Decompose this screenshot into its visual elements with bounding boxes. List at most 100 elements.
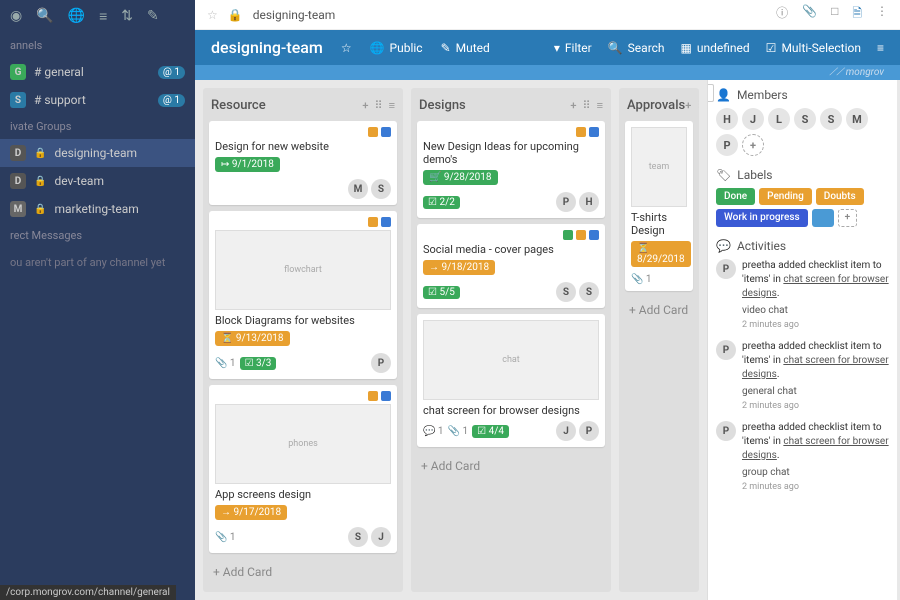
card-labels — [423, 127, 599, 137]
card-label — [368, 391, 378, 401]
activity-link[interactable]: chat screen for browser designs — [742, 274, 889, 299]
checklist-badge: ☑ 3/3 — [240, 357, 277, 370]
edit-icon[interactable]: ✎ — [147, 8, 159, 25]
member-avatar[interactable]: H — [716, 108, 738, 130]
search-button[interactable]: 🔍 Search — [608, 41, 665, 55]
label-pending[interactable]: Pending — [759, 188, 812, 205]
label-done[interactable]: Done — [716, 188, 755, 205]
card[interactable]: flowchartBlock Diagrams for websites⏳ 9/… — [209, 211, 397, 379]
card-label — [563, 230, 573, 240]
right-panel: › 👤 Members HJLSSMP+ 🏷 Labels Done Pendi… — [707, 80, 897, 600]
board-star-icon[interactable]: ☆ — [341, 41, 352, 55]
card-thumbnail: flowchart — [215, 230, 391, 310]
muted-button[interactable]: ✎ Muted — [441, 41, 490, 55]
add-card-button[interactable]: + Add Card — [625, 297, 693, 323]
direct-header: rect Messages — [0, 223, 195, 248]
doc-icon[interactable]: 🗎 — [852, 4, 862, 25]
member-avatar[interactable]: J — [742, 108, 764, 130]
activities-header: 💬 Activities — [716, 239, 889, 253]
label-doubts[interactable]: Doubts — [816, 188, 864, 205]
comment-count: 💬 1 — [423, 426, 444, 437]
public-button[interactable]: 🌐 Public — [370, 41, 423, 55]
filter-button[interactable]: ▾ Filter — [554, 41, 592, 55]
list-title: Approvals — [627, 98, 685, 113]
info-icon[interactable]: ⓘ — [776, 4, 788, 25]
avatar: J — [371, 527, 391, 547]
list-title: Designs — [419, 98, 466, 113]
add-icon[interactable]: + — [570, 99, 576, 112]
label-color[interactable] — [812, 209, 834, 227]
lock-icon: 🔒 — [34, 204, 46, 215]
collapse-panel-icon[interactable]: › — [707, 84, 714, 102]
card-label — [368, 217, 378, 227]
card[interactable]: Design for new website↦ 9/1/2018MS — [209, 121, 397, 205]
channel-item[interactable]: S# support@ 1 — [0, 86, 195, 114]
card-label — [381, 391, 391, 401]
attach-icon[interactable]: 📎 — [802, 4, 817, 25]
lists-container: Resource+⠿≡Design for new website↦ 9/1/2… — [195, 80, 707, 600]
menu-icon[interactable]: ≡ — [877, 41, 884, 55]
card-labels — [215, 127, 391, 137]
channels-header: annels — [0, 33, 195, 58]
add-card-button[interactable]: + Add Card — [417, 453, 605, 479]
card[interactable]: Social media - cover pages→ 9/18/2018☑ 5… — [417, 224, 605, 308]
list: Approvals+⠿≡teamT-shirts Design⏳ 8/29/20… — [619, 88, 699, 592]
card-title: New Design Ideas for upcoming demo's — [423, 140, 599, 166]
member-avatar[interactable]: P — [716, 134, 738, 156]
card[interactable]: teamT-shirts Design⏳ 8/29/2018📎 1 — [625, 121, 693, 291]
group-item[interactable]: D🔒designing-team — [0, 139, 195, 167]
card[interactable]: New Design Ideas for upcoming demo's🛒 9/… — [417, 121, 605, 218]
drag-icon[interactable]: ⠿ — [583, 99, 591, 112]
globe-icon[interactable]: 🌐 — [68, 8, 85, 25]
activity-link[interactable]: chat screen for browser designs — [742, 436, 889, 461]
avatar-icon[interactable]: ◉ — [10, 8, 22, 25]
group-item[interactable]: D🔒dev-team — [0, 167, 195, 195]
member-avatar[interactable]: S — [820, 108, 842, 130]
card[interactable]: chatchat screen for browser designs💬 1📎 … — [417, 314, 605, 447]
board-title: designing-team — [211, 38, 323, 57]
group-name: marketing-team — [54, 202, 138, 216]
mention-badge: @ 1 — [158, 94, 185, 107]
avatar: M — [348, 179, 368, 199]
add-icon[interactable]: + — [685, 99, 691, 112]
search-icon[interactable]: 🔍 — [36, 8, 53, 25]
member-avatar[interactable]: L — [768, 108, 790, 130]
chat-sidebar: ◉ 🔍 🌐 ≡ ⇅ ✎ annels G# general@ 1S# suppo… — [0, 0, 195, 600]
list: Designs + ⠿ ≡ New Design Ideas for upcoming … — [411, 88, 611, 592]
drag-icon[interactable]: ⠿ — [375, 99, 383, 112]
drag-icon[interactable]: ⠿ — [697, 99, 699, 112]
view-button[interactable]: ▦ undefined — [681, 41, 750, 55]
card-labels — [215, 217, 391, 227]
member-avatar[interactable]: S — [794, 108, 816, 130]
members-list: HJLSSMP+ — [716, 108, 889, 156]
kebab-icon[interactable]: ⋮ — [876, 4, 888, 25]
card-footer: ☑ 5/5SS — [423, 282, 599, 302]
group-badge: D — [10, 145, 26, 161]
card-label — [368, 127, 378, 137]
menu-icon[interactable]: ≡ — [597, 99, 603, 112]
card-label — [589, 127, 599, 137]
add-label-button[interactable]: + — [838, 209, 858, 227]
group-item[interactable]: M🔒marketing-team — [0, 195, 195, 223]
list-icon[interactable]: ≡ — [99, 8, 107, 25]
member-avatar[interactable]: M — [846, 108, 868, 130]
card[interactable]: phonesApp screens design→ 9/17/2018📎 1SJ — [209, 385, 397, 553]
add-icon[interactable]: + — [362, 99, 368, 112]
activity-subtext: group chat — [742, 467, 889, 478]
card-title: App screens design — [215, 488, 391, 501]
activity-item: Ppreetha added checklist item to 'items'… — [716, 421, 889, 492]
channel-name: # support — [34, 93, 86, 107]
main-content: ☆ 🔒 designing-team ⓘ 📎 □ 🗎 ⋮ designing-t… — [195, 0, 900, 600]
card-title: chat screen for browser designs — [423, 404, 599, 417]
channel-item[interactable]: G# general@ 1 — [0, 58, 195, 86]
activity-link[interactable]: chat screen for browser designs — [742, 355, 889, 380]
add-member-button[interactable]: + — [742, 134, 764, 156]
star-icon[interactable]: ☆ — [207, 8, 218, 22]
video-icon[interactable]: □ — [831, 4, 838, 25]
multiselect-button[interactable]: ☑ Multi-Selection — [766, 41, 861, 55]
label-wip[interactable]: Work in progress — [716, 209, 808, 227]
add-card-button[interactable]: + Add Card — [209, 559, 397, 585]
labels-list: Done Pending Doubts Work in progress + — [716, 188, 889, 227]
menu-icon[interactable]: ≡ — [389, 99, 395, 112]
sort-icon[interactable]: ⇅ — [121, 8, 133, 25]
